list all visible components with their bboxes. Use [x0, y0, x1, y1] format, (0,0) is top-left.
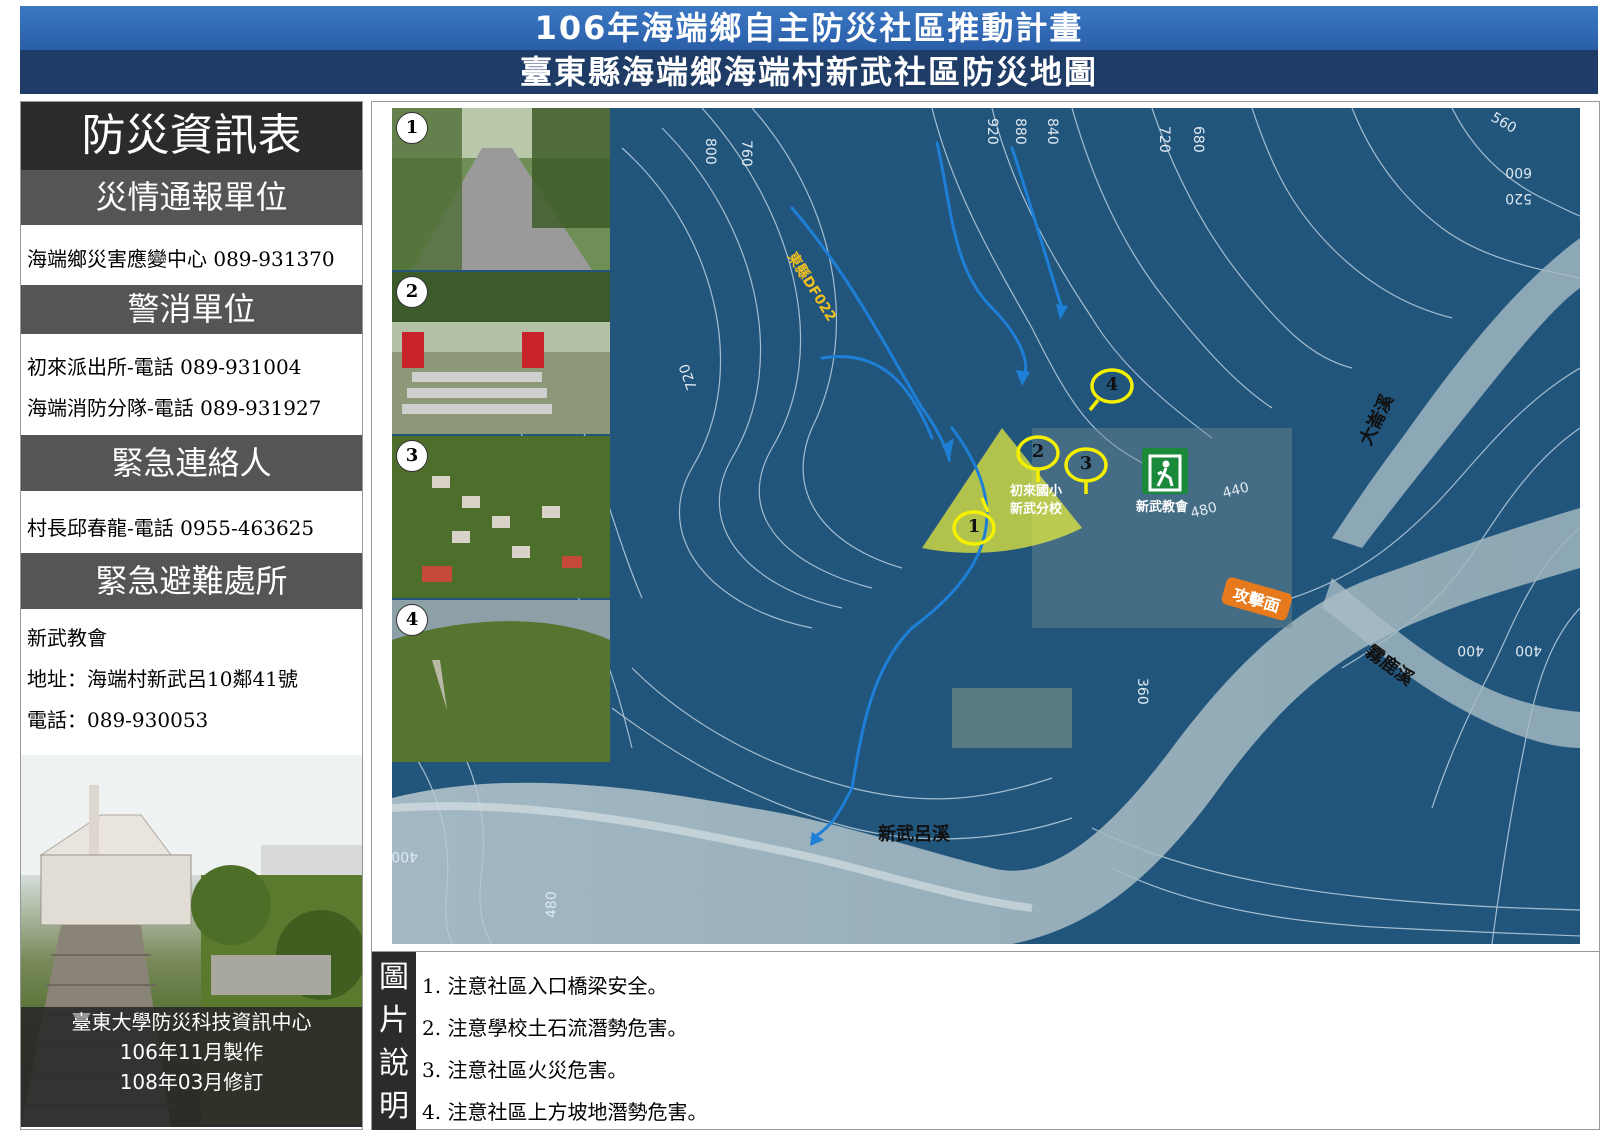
contact-line: 村長邱春龍-電話 0955-463625 [27, 516, 315, 540]
report-line: 海端鄉災害應變中心 089-931370 [27, 247, 335, 271]
caption-note-4: 4. 注意社區上方坡地潛勢危害。 [422, 1100, 708, 1124]
svg-text:880: 880 [1012, 118, 1028, 145]
site-photo-2: 2 [392, 272, 610, 434]
section-heading-shelter: 緊急避難處所 [21, 553, 362, 609]
section-heading-police: 警消單位 [21, 285, 362, 334]
plan-title: 106年海端鄉自主防災社區推動計畫 [20, 6, 1598, 50]
map-frame: 800 760 920 880 840 720 720 680 560 600 … [371, 101, 1600, 1130]
svg-text:400: 400 [392, 848, 418, 864]
shelter-icon [1142, 448, 1188, 494]
marker-number-1: 1 [967, 516, 981, 537]
info-panel: 防災資訊表 災情通報單位 海端鄉災害應變中心 089-931370 警消單位 初… [20, 101, 363, 1130]
caption-label-char-2: 片 [379, 1003, 409, 1038]
credit-org: 臺東大學防災科技資訊中心 [71, 1010, 312, 1034]
caption-label-char-4: 明 [379, 1089, 409, 1124]
police-line: 初來派出所-電話 089-931004 [27, 355, 302, 379]
site-photo-3: 3 [392, 436, 610, 598]
svg-text:400: 400 [1515, 642, 1542, 658]
map-title: 臺東縣海端鄉海端村新武社區防災地圖 [20, 50, 1598, 94]
site-photo-1: 1 [392, 108, 610, 270]
photo-number-3: 3 [396, 440, 428, 472]
caption-note-3: 3. 注意社區火災危害。 [422, 1058, 628, 1082]
svg-text:520: 520 [1505, 190, 1532, 206]
caption-label-char-3: 說 [379, 1046, 409, 1081]
photo-number-2: 2 [396, 276, 428, 308]
svg-text:840: 840 [1044, 118, 1060, 145]
section-heading-report: 災情通報單位 [21, 170, 362, 225]
svg-text:400: 400 [1457, 642, 1484, 658]
school-label-line1: 初來國小 [1010, 484, 1063, 499]
shelter-label: 新武教會 [1136, 500, 1189, 515]
shelter-phone: 電話：089-930053 [27, 708, 209, 732]
info-panel-title: 防災資訊表 [21, 102, 362, 170]
svg-text:600: 600 [1505, 164, 1532, 180]
figure-caption: 圖 片 說 明 1. 注意社區入口橋梁安全。 2. 注意學校土石流潛勢危害。 3… [372, 951, 1599, 1130]
credit-box: 臺東大學防災科技資訊中心 106年11月製作 108年03月修訂 [21, 1007, 362, 1127]
credit-made: 106年11月製作 [119, 1040, 264, 1064]
photo-number-1: 1 [396, 112, 428, 144]
shelter-name: 新武教會 [27, 626, 107, 650]
caption-note-1: 1. 注意社區入口橋梁安全。 [422, 974, 668, 998]
school-label-line2: 新武分校 [1010, 502, 1063, 517]
site-photos: 1 2 3 4 [392, 108, 610, 764]
caption-label: 圖 片 說 明 [372, 952, 416, 1130]
marker-number-2: 2 [1031, 441, 1045, 462]
svg-text:920: 920 [984, 118, 1000, 145]
shelter-address: 地址：海端村新武呂10鄰41號 [27, 667, 298, 691]
hazard-map: 800 760 920 880 840 720 720 680 560 600 … [392, 108, 1580, 944]
svg-text:680: 680 [1190, 126, 1206, 153]
svg-text:760: 760 [738, 140, 754, 167]
svg-text:800: 800 [702, 138, 718, 165]
fire-line: 海端消防分隊-電話 089-931927 [27, 396, 322, 420]
site-photo-4: 4 [392, 600, 610, 762]
marker-number-4: 4 [1105, 374, 1119, 395]
photo-number-4: 4 [396, 604, 428, 636]
marker-number-3: 3 [1079, 453, 1093, 474]
section-heading-contact: 緊急連絡人 [21, 435, 362, 491]
svg-text:360: 360 [1134, 678, 1150, 705]
svg-text:720: 720 [1156, 126, 1172, 153]
caption-note-2: 2. 注意學校土石流潛勢危害。 [422, 1016, 688, 1040]
river-label-sinwulu: 新武呂溪 [878, 824, 950, 845]
credit-revised: 108年03月修訂 [119, 1070, 264, 1094]
caption-label-char-1: 圖 [379, 960, 409, 995]
svg-text:480: 480 [544, 891, 560, 918]
